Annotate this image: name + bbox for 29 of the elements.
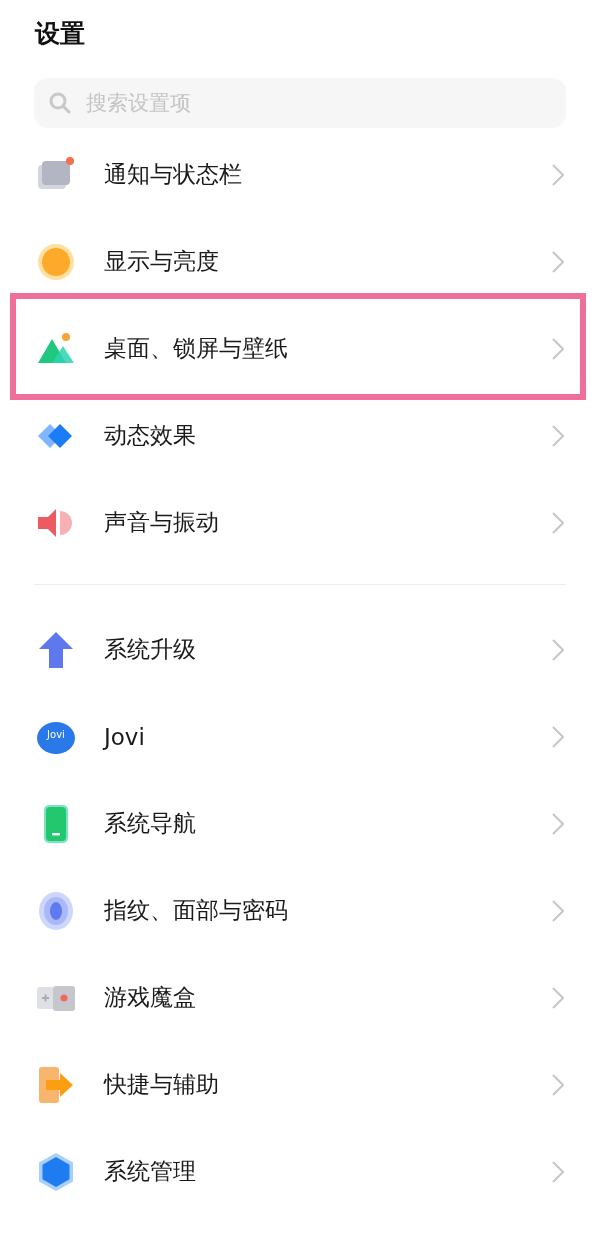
chevron-right-icon	[552, 899, 564, 922]
settings-item[interactable]: 动态效果	[0, 392, 600, 479]
sun-icon	[36, 241, 76, 282]
settings-item[interactable]: 系统升级	[0, 606, 600, 693]
chevron-right-icon	[552, 250, 564, 273]
chevron-right-icon	[552, 986, 564, 1009]
chevron-right-icon	[552, 1160, 564, 1183]
settings-item[interactable]: 声音与振动	[0, 479, 600, 566]
chevron-right-icon	[552, 812, 564, 835]
settings-item[interactable]: 通知与状态栏	[0, 131, 600, 218]
settings-item[interactable]: 指纹、面部与密码	[0, 867, 600, 954]
page-title: 设置	[33, 18, 86, 50]
chevron-right-icon	[552, 424, 564, 447]
settings-item[interactable]: 快捷与辅助	[0, 1041, 600, 1128]
chevron-right-icon	[552, 337, 564, 360]
chevron-right-icon	[552, 511, 564, 534]
settings-item[interactable]: 系统导航	[0, 780, 600, 867]
search-icon	[48, 91, 72, 115]
settings-item[interactable]: 桌面、锁屏与壁纸	[0, 305, 600, 392]
chevron-right-icon	[552, 163, 564, 186]
settings-item[interactable]: Jovi Jovi	[0, 693, 600, 780]
settings-item[interactable]: 显示与亮度	[0, 218, 600, 305]
settings-item[interactable]: 系统管理	[0, 1128, 600, 1215]
fingerprint-icon	[36, 890, 76, 931]
hexagon-icon	[36, 1151, 76, 1192]
settings-item[interactable]: 游戏魔盒	[0, 954, 600, 1041]
chevron-right-icon	[552, 638, 564, 661]
chevron-right-icon	[552, 1073, 564, 1096]
chevron-right-icon	[552, 725, 564, 748]
